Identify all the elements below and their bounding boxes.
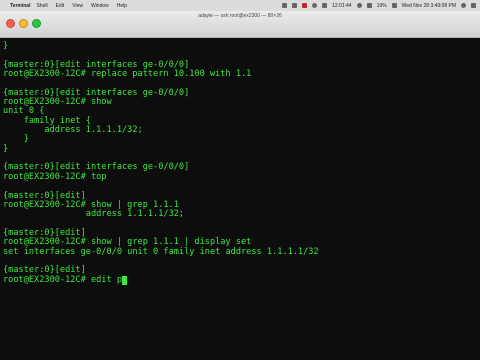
search-icon[interactable] xyxy=(461,3,466,8)
menu-app-name[interactable]: Terminal xyxy=(10,3,30,9)
status-app-icon[interactable] xyxy=(322,3,328,8)
terminal-cursor xyxy=(122,275,127,285)
clock[interactable]: Wed Nov 28 3:49:08 PM xyxy=(402,3,456,9)
terminal-area[interactable]: } {master:0}[edit interfaces ge-0/0/0] ro… xyxy=(0,38,480,360)
terminal-line: root@EX2300-12C# edit p xyxy=(3,275,319,285)
menu-window[interactable]: Window xyxy=(91,3,109,9)
zoom-button[interactable] xyxy=(32,19,41,28)
terminal-line: address 1.1.1.1/32; xyxy=(3,125,143,136)
menu-shell[interactable]: Shell xyxy=(36,3,47,9)
terminal-line: set interfaces ge-0/0/0 unit 0 family in… xyxy=(3,246,319,257)
window-controls xyxy=(6,19,41,28)
notification-center-icon[interactable] xyxy=(471,3,476,8)
status-app-icon[interactable] xyxy=(292,3,298,8)
menu-help[interactable]: Help xyxy=(117,3,127,9)
window-title: adayle — ssh root@ex2300 — 80×26 xyxy=(198,13,282,19)
status-app-icon[interactable] xyxy=(282,3,288,8)
menu-bar: Terminal Shell Edit View Window Help 12:… xyxy=(0,0,480,11)
terminal-line: address 1.1.1.1/32; xyxy=(3,209,185,220)
terminal-line: } xyxy=(3,41,9,51)
menu-view[interactable]: View xyxy=(72,3,83,9)
terminal-line: } xyxy=(3,134,29,145)
status-record-icon[interactable] xyxy=(302,3,308,8)
terminal-line: root@EX2300-12C# top xyxy=(3,171,107,182)
menu-edit[interactable]: Edit xyxy=(56,3,65,9)
close-button[interactable] xyxy=(6,19,15,28)
volume-icon[interactable] xyxy=(366,3,372,8)
status-timer[interactable]: 12:01:44 xyxy=(332,3,351,9)
minimize-button[interactable] xyxy=(19,19,28,28)
battery-icon[interactable] xyxy=(391,3,397,8)
terminal-line: root@EX2300-12C# show xyxy=(3,97,112,108)
terminal-output: } {master:0}[edit interfaces ge-0/0/0] ro… xyxy=(3,41,319,285)
battery-percent[interactable]: 19% xyxy=(377,3,387,9)
status-area: 12:01:44 19% Wed Nov 28 3:49:08 PM xyxy=(282,3,480,9)
screen: Terminal Shell Edit View Window Help 12:… xyxy=(0,0,480,360)
window-titlebar[interactable]: adayle — ssh root@ex2300 — 80×26 xyxy=(0,11,480,38)
status-app-icon[interactable] xyxy=(312,3,318,8)
wifi-icon[interactable] xyxy=(356,3,362,8)
terminal-line: } xyxy=(3,143,9,154)
terminal-line: root@EX2300-12C# replace pattern 10.100 … xyxy=(3,69,252,80)
